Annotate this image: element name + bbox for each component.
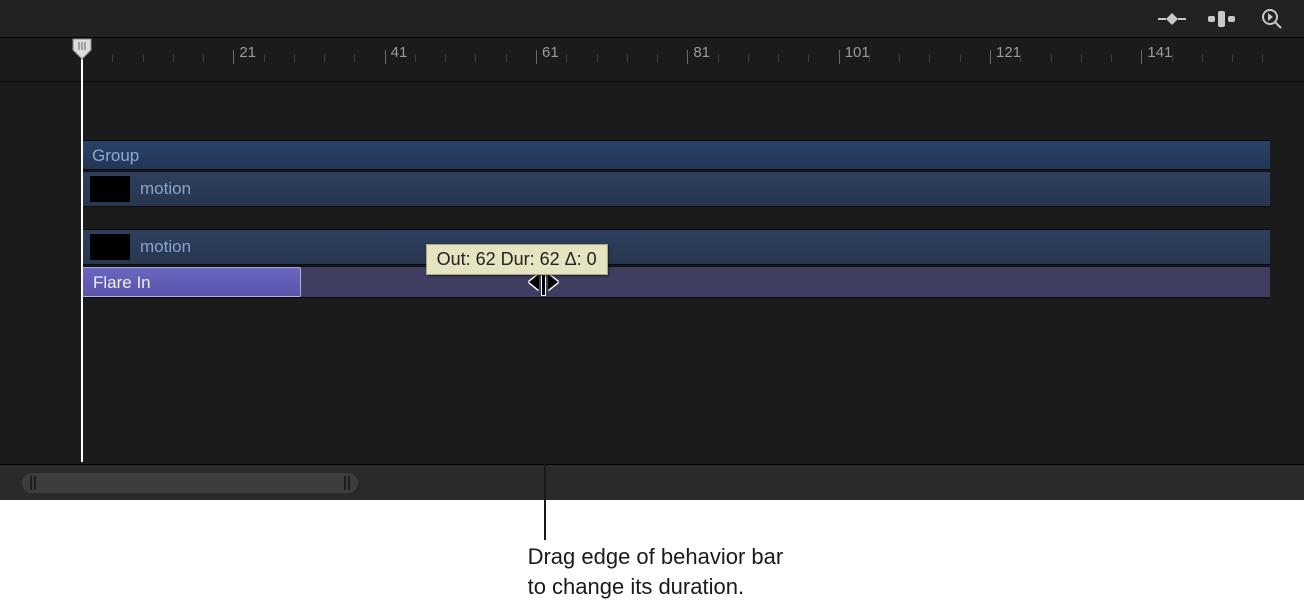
callout-line [544,298,546,540]
keyframe-tool-icon[interactable] [1158,5,1186,33]
group-label: Group [92,146,139,165]
clip-thumbnail [90,176,130,202]
tracks-area: Group motion motion Flare In [82,140,1270,340]
clip-label: motion [140,237,191,257]
clip-bar-2[interactable]: motion [82,229,1270,265]
ruler-tick-label: 41 [391,44,408,61]
behavior-clip[interactable]: Flare In [82,267,301,297]
behavior-clip-label: Flare In [93,273,151,292]
playhead-marker-icon [72,38,92,60]
ruler-tick-label: 81 [693,44,710,61]
playhead[interactable] [81,42,83,462]
clip-thumbnail [90,234,130,260]
ruler-tick-label: 21 [239,44,256,61]
trim-tooltip: Out: 62 Dur: 62 Δ: 0 [426,244,608,275]
ruler-tick-label: 101 [845,44,870,61]
track-gap [82,208,1270,228]
horizontal-scrollbar[interactable] [22,473,358,493]
timeline-panel: 21 41 61 81 101 121 141 Group motion motion Fl… [0,0,1304,500]
clip-bar-1[interactable]: motion [82,171,1270,207]
time-ruler[interactable]: 21 41 61 81 101 121 141 [0,38,1304,82]
group-header-bar[interactable]: Group [82,140,1270,170]
timeline-toolbar [0,0,1304,38]
ruler-tick-label: 121 [996,44,1021,61]
clip-label: motion [140,179,191,199]
audio-timeline-icon[interactable] [1208,5,1236,33]
zoom-search-icon[interactable] [1258,5,1286,33]
ruler-tick-label: 61 [542,44,559,61]
ruler-tick-label: 141 [1147,44,1172,61]
timeline-footer [0,464,1304,500]
trim-tooltip-text: Out: 62 Dur: 62 Δ: 0 [437,249,597,269]
behavior-lane: Flare In [82,266,1270,298]
caption-text: Drag edge of behavior bar to change its … [528,542,784,601]
